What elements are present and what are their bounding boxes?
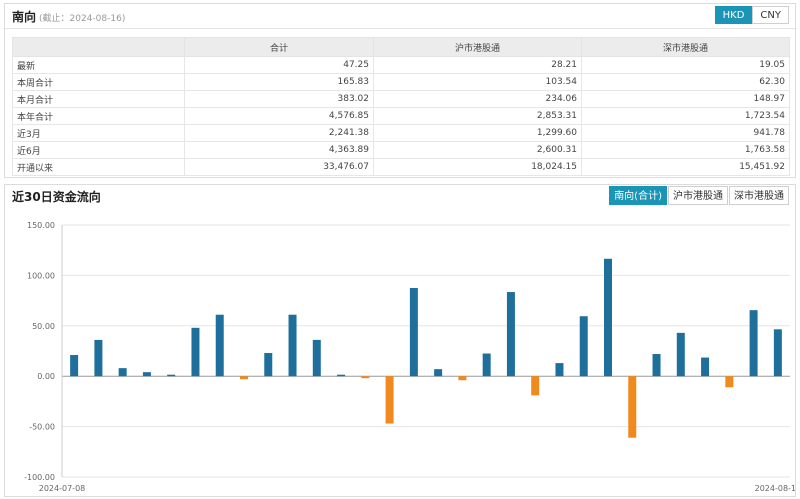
cell-total: 47.25 bbox=[184, 56, 374, 74]
row-label: 近3月 bbox=[12, 124, 185, 142]
column-header bbox=[12, 37, 185, 57]
y-tick-label: 100.00 bbox=[27, 271, 55, 280]
cell-shenzhen: 941.78 bbox=[581, 124, 790, 142]
flow-bar-chart: 150.00 100.00 50.00 0.00 -50.00 -100.00 2024-0… bbox=[24, 221, 795, 493]
cell-shanghai: 1,299.60 bbox=[373, 124, 582, 142]
cell-shanghai: 103.54 bbox=[373, 73, 582, 91]
title-text: 南向 bbox=[12, 10, 37, 24]
column-header-total: 合计 bbox=[184, 37, 374, 57]
currency-hkd-button[interactable]: HKD bbox=[714, 6, 753, 24]
bar bbox=[385, 376, 394, 424]
tab-southbound-total[interactable]: 南向(合计) bbox=[609, 186, 667, 205]
cell-total: 4,576.85 bbox=[184, 107, 374, 125]
bar bbox=[506, 292, 515, 377]
row-label: 本月合计 bbox=[12, 90, 185, 108]
cell-total: 2,241.38 bbox=[184, 124, 374, 142]
bar bbox=[701, 357, 710, 377]
column-header-shenzhen: 深市港股通 bbox=[581, 37, 790, 57]
bar bbox=[555, 363, 564, 377]
currency-toggle: HKD CNY bbox=[714, 6, 789, 24]
bar bbox=[118, 368, 127, 377]
southbound-summary-panel: 南向 (截止：2024-08-16) HKD CNY 合计 沪市港股通 深市港股通… bbox=[4, 3, 796, 178]
y-tick-label: 0.00 bbox=[37, 372, 55, 381]
summary-header: 南向 (截止：2024-08-16) HKD CNY bbox=[5, 4, 795, 29]
cell-shenzhen: 15,451.92 bbox=[581, 158, 790, 176]
row-label: 最新 bbox=[12, 56, 185, 74]
tab-shenzhen-connect[interactable]: 深市港股通 bbox=[729, 186, 789, 205]
chart-title: 近30日资金流向 bbox=[12, 190, 101, 204]
cell-shenzhen: 62.30 bbox=[581, 73, 790, 91]
bar bbox=[240, 376, 248, 380]
bar bbox=[458, 376, 467, 381]
fund-flow-chart-panel: 近30日资金流向 南向(合计) 沪市港股通 深市港股通 150.00 100.00… bbox=[4, 184, 796, 497]
bar bbox=[361, 376, 370, 379]
bar bbox=[676, 332, 685, 377]
y-tick-label: 150.00 bbox=[27, 221, 55, 230]
currency-cny-button[interactable]: CNY bbox=[752, 6, 789, 24]
table-row: 本月合计 383.02 234.06 148.97 bbox=[12, 90, 790, 108]
table-row: 本周合计 165.83 103.54 62.30 bbox=[12, 73, 790, 91]
bar bbox=[94, 339, 103, 377]
cell-shenzhen: 1,763.58 bbox=[581, 141, 790, 159]
cell-shanghai: 234.06 bbox=[373, 90, 582, 108]
cell-shenzhen: 19.05 bbox=[581, 56, 790, 74]
bar bbox=[773, 329, 782, 377]
row-label: 本周合计 bbox=[12, 73, 185, 91]
bar bbox=[409, 288, 418, 377]
bar bbox=[628, 376, 637, 438]
tab-shanghai-connect[interactable]: 沪市港股通 bbox=[668, 186, 728, 205]
table-header-row: 合计 沪市港股通 深市港股通 bbox=[12, 37, 790, 57]
bar bbox=[264, 353, 273, 377]
cell-shenzhen: 1,723.54 bbox=[581, 107, 790, 125]
cell-shanghai: 18,024.15 bbox=[373, 158, 582, 176]
bar bbox=[652, 354, 661, 377]
y-tick-label: -100.00 bbox=[24, 473, 55, 482]
table-row: 近3月 2,241.38 1,299.60 941.78 bbox=[12, 124, 790, 142]
row-label: 近6月 bbox=[12, 141, 185, 159]
bar bbox=[312, 339, 321, 377]
page-title: 南向 (截止：2024-08-16) bbox=[12, 8, 125, 25]
bar bbox=[749, 310, 758, 377]
table-row: 本年合计 4,576.85 2,853.31 1,723.54 bbox=[12, 107, 790, 125]
cell-shanghai: 28.21 bbox=[373, 56, 582, 74]
cell-shanghai: 2,853.31 bbox=[373, 107, 582, 125]
bar bbox=[288, 314, 297, 377]
bar bbox=[725, 376, 734, 388]
cell-shenzhen: 148.97 bbox=[581, 90, 790, 108]
bar bbox=[482, 353, 491, 377]
bar bbox=[70, 355, 79, 377]
table-row: 近6月 4,363.89 2,600.31 1,763.58 bbox=[12, 141, 790, 159]
as-of-date: (截止：2024-08-16) bbox=[39, 14, 126, 24]
y-tick-label: -50.00 bbox=[29, 423, 55, 432]
bar bbox=[215, 314, 224, 377]
x-tick-label-end: 2024-08-16 bbox=[755, 484, 795, 493]
cell-shanghai: 2,600.31 bbox=[373, 141, 582, 159]
bar bbox=[142, 372, 151, 377]
y-tick-label: 50.00 bbox=[32, 322, 55, 331]
table-row: 最新 47.25 28.21 19.05 bbox=[12, 56, 790, 74]
cell-total: 383.02 bbox=[184, 90, 374, 108]
cell-total: 4,363.89 bbox=[184, 141, 374, 159]
flow-summary-table: 合计 沪市港股通 深市港股通 最新 47.25 28.21 19.05 本周合计 165… bbox=[12, 37, 790, 176]
cell-total: 33,476.07 bbox=[184, 158, 374, 176]
bar bbox=[579, 316, 588, 377]
row-label: 本年合计 bbox=[12, 107, 185, 125]
bar bbox=[434, 369, 443, 377]
table-row: 开通以来 33,476.07 18,024.15 15,451.92 bbox=[12, 158, 790, 176]
bar bbox=[167, 374, 176, 377]
cell-total: 165.83 bbox=[184, 73, 374, 91]
x-tick-label-start: 2024-07-08 bbox=[39, 484, 86, 493]
column-header-shanghai: 沪市港股通 bbox=[373, 37, 582, 57]
bar bbox=[191, 327, 200, 377]
bar bbox=[604, 258, 612, 377]
chart-tabs: 南向(合计) 沪市港股通 深市港股通 bbox=[608, 186, 789, 205]
bar bbox=[531, 376, 540, 396]
bar bbox=[337, 374, 346, 377]
row-label: 开通以来 bbox=[12, 158, 185, 176]
